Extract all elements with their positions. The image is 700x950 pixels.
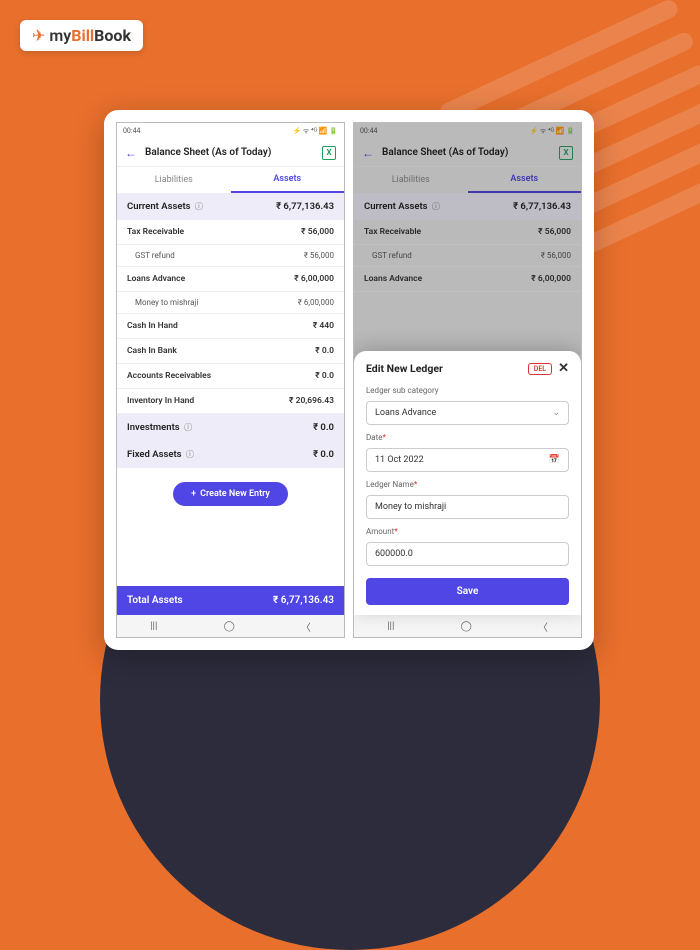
tabs: Liabilities Assets — [117, 167, 344, 193]
sheet-title: Edit New Ledger — [366, 362, 443, 375]
amount-label: Amount* — [366, 527, 569, 536]
export-excel-icon[interactable]: X — [322, 146, 336, 160]
date-input[interactable]: 11 Oct 2022 📅 — [366, 448, 569, 472]
app-header: ← Balance Sheet (As of Today) X — [354, 139, 581, 167]
section-fixed-assets[interactable]: Fixed Assets ⓘ ₹ 0.0 — [117, 441, 344, 468]
page-title: Balance Sheet (As of Today) — [145, 147, 314, 158]
section-current-assets[interactable]: Current Assets ⓘ ₹ 6,77,136.43 — [117, 193, 344, 220]
tab-liabilities[interactable]: Liabilities — [354, 167, 468, 193]
info-icon: ⓘ — [186, 450, 194, 459]
row-money-mishraji[interactable]: Money to mishraji₹ 6,00,000 — [117, 292, 344, 314]
ledger-name-label: Ledger Name* — [366, 480, 569, 489]
back-icon[interactable]: ← — [362, 146, 374, 160]
status-icons: ⚡ ᯤ ⁴ᴳ 📶 🔋 — [529, 127, 575, 136]
status-bar: 00:44 ⚡ ᯤ ⁴ᴳ 📶 🔋 — [354, 123, 581, 139]
info-icon: ⓘ — [432, 202, 440, 211]
section-current-assets[interactable]: Current Assets ⓘ ₹ 6,77,136.43 — [354, 193, 581, 220]
tabs: Liabilities Assets — [354, 167, 581, 193]
date-label: Date* — [366, 433, 569, 442]
row-cash-in-bank[interactable]: Cash In Bank₹ 0.0 — [117, 339, 344, 364]
tab-liabilities[interactable]: Liabilities — [117, 167, 231, 193]
logo-bill: Bill — [71, 26, 94, 45]
ledger-name-input[interactable]: Money to mishraji — [366, 495, 569, 519]
calendar-icon: 📅 — [549, 455, 560, 465]
app-logo: ✈ myBillBook — [20, 20, 143, 51]
row-tax-receivable[interactable]: Tax Receivable₹ 56,000 — [117, 220, 344, 245]
nav-home[interactable]: ◯ — [224, 621, 235, 632]
row-cash-in-hand[interactable]: Cash In Hand₹ 440 — [117, 314, 344, 339]
current-assets-value: ₹ 6,77,136.43 — [276, 201, 334, 212]
android-navbar: ||| ◯ 〈 — [117, 615, 344, 637]
delete-button[interactable]: DEL — [528, 363, 552, 375]
total-assets-bar: Total Assets ₹ 6,77,136.43 — [117, 586, 344, 615]
nav-recent[interactable]: ||| — [150, 621, 157, 632]
section-investments[interactable]: Investments ⓘ ₹ 0.0 — [117, 414, 344, 441]
close-icon[interactable]: ✕ — [558, 361, 569, 376]
row-accounts-receivables[interactable]: Accounts Receivables₹ 0.0 — [117, 364, 344, 389]
status-bar: 00:44 ⚡ ᯤ ⁴ᴳ 📶 🔋 — [117, 123, 344, 139]
save-button[interactable]: Save — [366, 578, 569, 605]
phone-right: 00:44 ⚡ ᯤ ⁴ᴳ 📶 🔋 ← Balance Sheet (As of … — [353, 122, 582, 638]
export-excel-icon[interactable]: X — [559, 146, 573, 160]
subcategory-label: Ledger sub category — [366, 386, 569, 395]
row-loans-advance[interactable]: Loans Advance₹ 6,00,000 — [117, 267, 344, 292]
tab-assets[interactable]: Assets — [231, 167, 345, 193]
row-gst-refund[interactable]: GST refund₹ 56,000 — [354, 245, 581, 267]
phone-left: 00:44 ⚡ ᯤ ⁴ᴳ 📶 🔋 ← Balance Sheet (As of … — [116, 122, 345, 638]
logo-my: my — [49, 26, 71, 45]
page-title: Balance Sheet (As of Today) — [382, 147, 551, 158]
tab-assets[interactable]: Assets — [468, 167, 582, 193]
nav-home[interactable]: ◯ — [461, 621, 472, 632]
info-icon: ⓘ — [195, 202, 203, 211]
logo-book: Book — [94, 26, 131, 45]
plus-icon: + — [191, 489, 196, 499]
status-time: 00:44 — [123, 127, 140, 135]
edit-ledger-sheet: Edit New Ledger DEL ✕ Ledger sub categor… — [354, 351, 581, 615]
nav-recent[interactable]: ||| — [387, 621, 394, 632]
app-header: ← Balance Sheet (As of Today) X — [117, 139, 344, 167]
back-icon[interactable]: ← — [125, 146, 137, 160]
android-navbar: ||| ◯ 〈 — [354, 615, 581, 637]
logo-arrow-icon: ✈ — [32, 26, 45, 45]
subcategory-select[interactable]: Loans Advance ⌄ — [366, 401, 569, 425]
info-icon: ⓘ — [184, 423, 192, 432]
nav-back[interactable]: 〈 — [538, 619, 548, 634]
row-gst-refund[interactable]: GST refund₹ 56,000 — [117, 245, 344, 267]
row-inventory-in-hand[interactable]: Inventory In Hand₹ 20,696.43 — [117, 389, 344, 414]
row-tax-receivable[interactable]: Tax Receivable₹ 56,000 — [354, 220, 581, 245]
status-time: 00:44 — [360, 127, 377, 135]
status-icons: ⚡ ᯤ ⁴ᴳ 📶 🔋 — [292, 127, 338, 136]
create-new-entry-button[interactable]: + Create New Entry — [173, 482, 288, 506]
showcase-card: 00:44 ⚡ ᯤ ⁴ᴳ 📶 🔋 ← Balance Sheet (As of … — [104, 110, 594, 650]
amount-input[interactable]: 600000.0 — [366, 542, 569, 566]
row-loans-advance[interactable]: Loans Advance₹ 6,00,000 — [354, 267, 581, 292]
nav-back[interactable]: 〈 — [301, 619, 311, 634]
content-area: Current Assets ⓘ ₹ 6,77,136.43 Tax Recei… — [117, 193, 344, 615]
chevron-down-icon: ⌄ — [552, 408, 560, 418]
